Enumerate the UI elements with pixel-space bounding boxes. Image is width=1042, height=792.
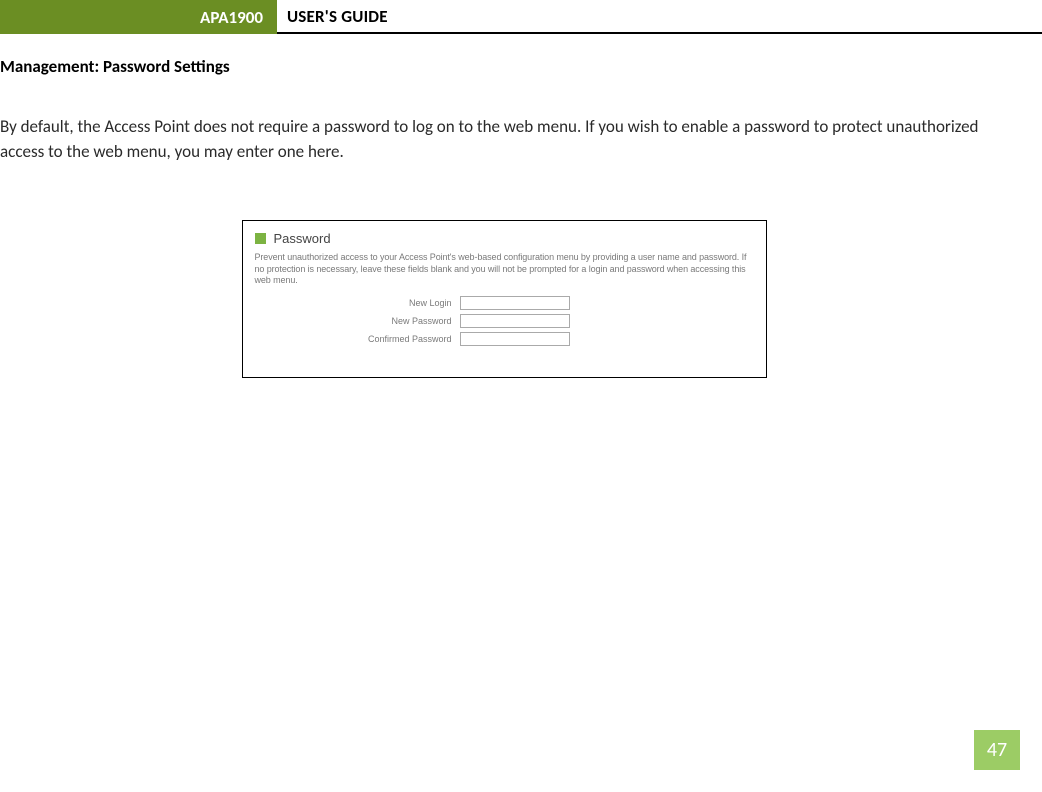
input-new-password[interactable]: [460, 314, 570, 328]
section-heading: Management: Password Settings: [0, 56, 1008, 77]
panel-form: New Login New Password Confirmed Passwor…: [345, 296, 754, 346]
document-title: USER'S GUIDE: [287, 6, 388, 27]
label-new-login: New Login: [345, 298, 460, 308]
product-code: APA1900: [200, 7, 263, 28]
row-new-login: New Login: [345, 296, 754, 310]
panel-description: Prevent unauthorized access to your Acce…: [255, 252, 754, 286]
row-new-password: New Password: [345, 314, 754, 328]
product-badge: APA1900: [0, 0, 277, 34]
document-title-wrap: USER'S GUIDE: [277, 0, 1042, 34]
panel-bullet-icon: [255, 233, 266, 244]
page-number-badge: 47: [974, 730, 1020, 770]
row-confirm-password: Confirmed Password: [345, 332, 754, 346]
input-new-login[interactable]: [460, 296, 570, 310]
label-new-password: New Password: [345, 316, 460, 326]
document-header: APA1900 USER'S GUIDE: [0, 0, 1042, 34]
label-confirm-password: Confirmed Password: [345, 334, 460, 344]
password-panel: Password Prevent unauthorized access to …: [242, 220, 767, 378]
intro-paragraph: By default, the Access Point does not re…: [0, 115, 1008, 164]
input-confirm-password[interactable]: [460, 332, 570, 346]
page-number: 47: [987, 738, 1007, 762]
panel-title-row: Password: [255, 231, 754, 246]
panel-title: Password: [274, 231, 331, 246]
